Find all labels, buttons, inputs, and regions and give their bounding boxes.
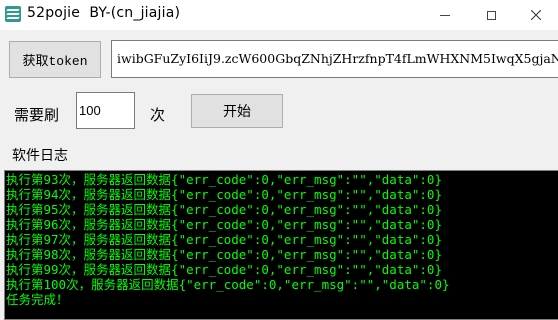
times-label: 次 bbox=[150, 106, 166, 124]
app-icon bbox=[5, 6, 21, 22]
maximize-button[interactable] bbox=[468, 0, 514, 30]
title-bar: 52pojie BY-(cn_jiajia) bbox=[0, 0, 558, 30]
close-button[interactable] bbox=[514, 0, 558, 30]
log-label: 软件日志 bbox=[12, 148, 68, 164]
log-output[interactable]: 执行第93次，服务器返回数据{"err_code":0,"err_msg":""… bbox=[4, 170, 558, 320]
log-line: 执行第97次，服务器返回数据{"err_code":0,"err_msg":""… bbox=[6, 232, 442, 247]
log-line: 执行第94次，服务器返回数据{"err_code":0,"err_msg":""… bbox=[6, 187, 442, 202]
log-line: 执行第93次，服务器返回数据{"err_code":0,"err_msg":""… bbox=[6, 172, 442, 187]
minimize-button[interactable] bbox=[422, 0, 468, 30]
close-icon bbox=[531, 10, 541, 20]
token-field[interactable]: iwibGFuZyI6IiJ9.zcW600GbqZNhjZHrzfnpT4fL… bbox=[111, 40, 558, 78]
minimize-icon bbox=[440, 14, 450, 16]
get-token-button[interactable]: 获取token bbox=[9, 41, 101, 78]
log-line: 执行第100次，服务器返回数据{"err_code":0,"err_msg":"… bbox=[6, 277, 450, 292]
refresh-count-field[interactable]: 100 bbox=[76, 92, 135, 129]
refresh-count-label: 需要刷 bbox=[14, 106, 60, 124]
start-button[interactable]: 开始 bbox=[191, 94, 283, 128]
maximize-icon bbox=[486, 10, 496, 20]
log-line: 执行第96次，服务器返回数据{"err_code":0,"err_msg":""… bbox=[6, 217, 442, 232]
window-title: 52pojie BY-(cn_jiajia) bbox=[27, 5, 181, 21]
log-line: 执行第95次，服务器返回数据{"err_code":0,"err_msg":""… bbox=[6, 202, 442, 217]
log-line: 任务完成！ bbox=[6, 292, 69, 307]
log-line: 执行第98次，服务器返回数据{"err_code":0,"err_msg":""… bbox=[6, 247, 442, 262]
log-line: 执行第99次，服务器返回数据{"err_code":0,"err_msg":""… bbox=[6, 262, 442, 277]
